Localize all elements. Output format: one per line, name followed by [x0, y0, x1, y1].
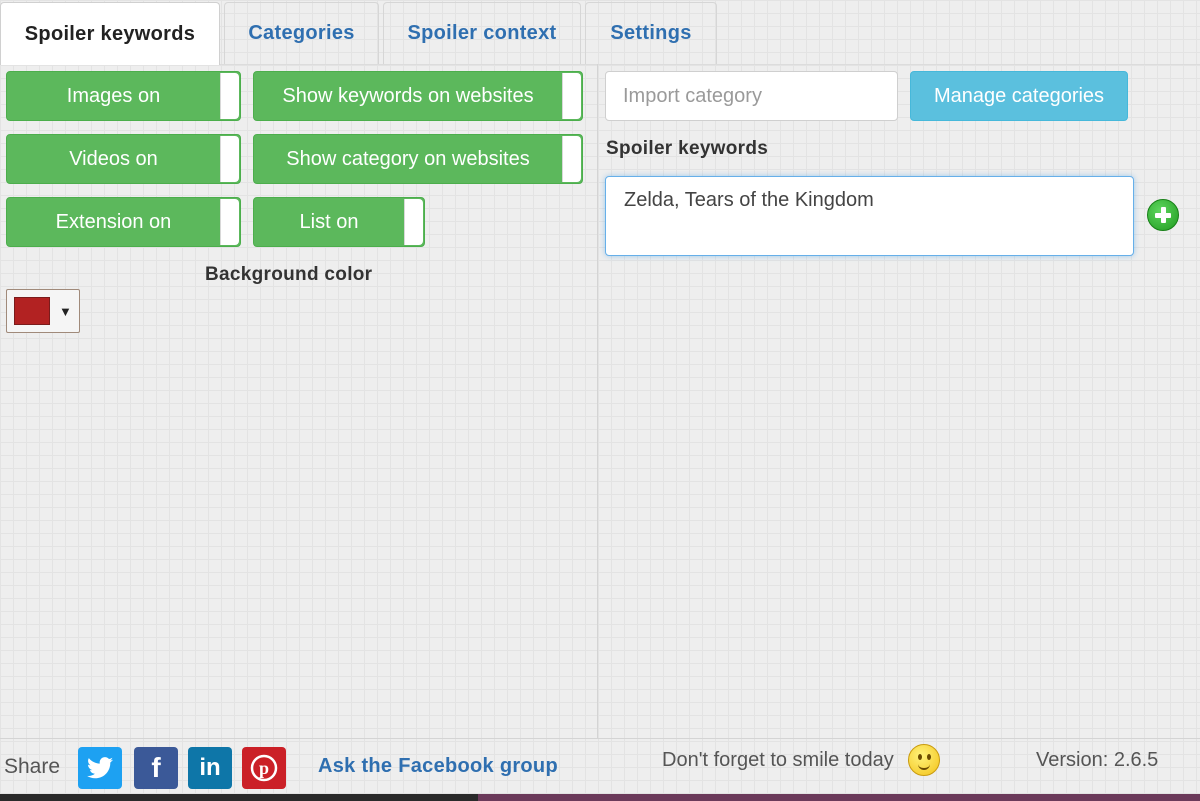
taskbar-edge: [0, 794, 1200, 801]
pinterest-icon: p: [250, 754, 278, 782]
show-keywords-toggle[interactable]: Show keywords on websites: [253, 71, 583, 121]
linkedin-share-button[interactable]: in: [188, 747, 232, 789]
svg-text:p: p: [259, 758, 269, 778]
twitter-icon: [87, 757, 113, 779]
twitter-share-button[interactable]: [78, 747, 122, 789]
version-text: Version: 2.6.5: [1036, 749, 1159, 771]
list-toggle[interactable]: List on: [253, 197, 425, 247]
smiley-icon: [908, 744, 940, 776]
tab-spoiler-context[interactable]: Spoiler context: [383, 2, 581, 64]
add-keyword-icon[interactable]: [1147, 199, 1179, 231]
images-toggle-label: Images on: [66, 84, 161, 107]
footer-divider: [0, 738, 1200, 739]
show-category-toggle[interactable]: Show category on websites: [253, 134, 583, 184]
tab-settings[interactable]: Settings: [585, 2, 717, 64]
toggle-knob: [220, 73, 239, 119]
import-category-input[interactable]: [605, 71, 898, 121]
linkedin-icon: in: [199, 754, 221, 781]
tab-bar: Spoiler keywords Categories Spoiler cont…: [0, 0, 1200, 65]
images-toggle[interactable]: Images on: [6, 71, 241, 121]
spoiler-keywords-input[interactable]: Zelda, Tears of the Kingdom: [605, 176, 1134, 256]
toggle-knob: [562, 73, 581, 119]
videos-toggle-label: Videos on: [69, 147, 158, 170]
list-toggle-label: List on: [299, 210, 359, 233]
background-color-picker[interactable]: ▼: [6, 289, 80, 333]
pinterest-share-button[interactable]: p: [242, 747, 286, 789]
facebook-group-link[interactable]: Ask the Facebook group: [318, 755, 558, 778]
background-color-label: Background color: [205, 264, 373, 285]
toggle-knob: [404, 199, 423, 245]
show-keywords-toggle-label: Show keywords on websites: [282, 84, 534, 107]
tab-spoiler-keywords[interactable]: Spoiler keywords: [0, 2, 220, 65]
spoiler-keywords-label: Spoiler keywords: [606, 138, 769, 159]
column-divider: [597, 64, 598, 738]
toggle-knob: [220, 199, 239, 245]
facebook-share-button[interactable]: f: [134, 747, 178, 789]
share-label: Share: [4, 755, 61, 778]
show-category-toggle-label: Show category on websites: [286, 147, 530, 170]
manage-categories-button[interactable]: Manage categories: [910, 71, 1128, 121]
facebook-icon: f: [151, 752, 161, 783]
color-swatch: [14, 297, 50, 325]
extension-toggle[interactable]: Extension on: [6, 197, 241, 247]
tab-categories[interactable]: Categories: [224, 2, 379, 64]
toggle-knob: [562, 136, 581, 182]
toggle-knob: [220, 136, 239, 182]
dropdown-arrow-icon: ▼: [59, 303, 72, 319]
videos-toggle[interactable]: Videos on: [6, 134, 241, 184]
smile-message: Don't forget to smile today: [662, 749, 894, 771]
extension-toggle-label: Extension on: [55, 210, 172, 233]
